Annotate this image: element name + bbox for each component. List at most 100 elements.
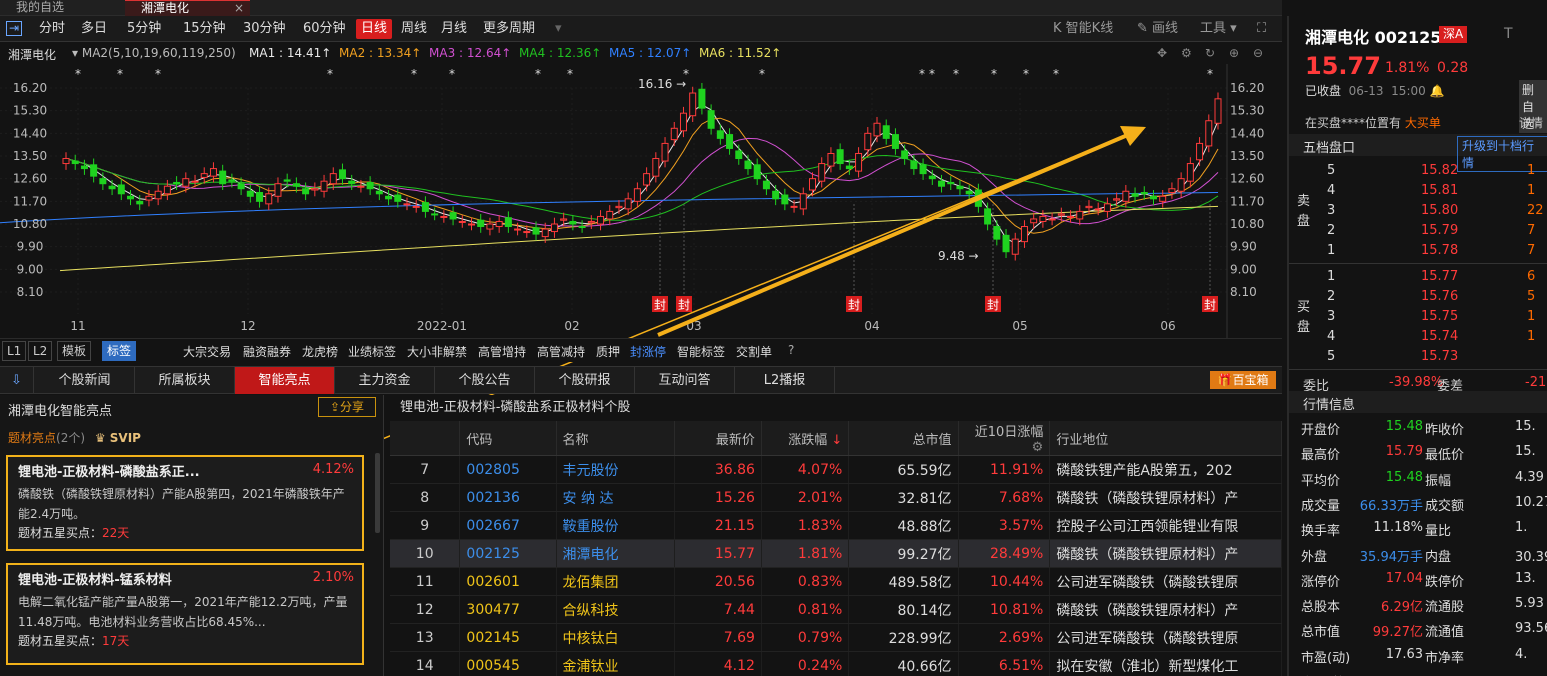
tag-item[interactable]: 封涨停	[630, 343, 666, 360]
period-0[interactable]: 分时	[34, 19, 70, 39]
gear-icon[interactable]: ⚙	[1181, 46, 1192, 60]
chevron-down-icon[interactable]: ▾	[550, 19, 567, 39]
period-6[interactable]: 日线	[356, 19, 393, 39]
highlight-card[interactable]: 锂电池-正极材料-磷酸盐系正... 4.12% 磷酸铁（磷酸铁锂原材料）产能A股…	[6, 455, 364, 551]
table-row[interactable]: 14 000545 金浦钛业 4.12 0.24% 40.66亿 6.51% 拟…	[390, 651, 1282, 676]
market-info-row: 涨停价 17.04 跌停价 13.	[1301, 570, 1536, 590]
candle-body	[274, 183, 282, 197]
candle-body	[62, 158, 70, 165]
col-header[interactable]: 名称	[556, 421, 675, 456]
smart-k-button[interactable]: K 智能K线	[1048, 19, 1118, 39]
event-star-icon: *	[117, 67, 123, 81]
candle-body	[679, 112, 687, 132]
y-tick-right: 10.80	[1230, 217, 1264, 231]
table-row[interactable]: 13 002145 中核钛白 7.69 0.79% 228.99亿 2.69% …	[390, 623, 1282, 652]
period-1[interactable]: 多日	[76, 19, 112, 39]
info-tab-5[interactable]: 个股研报	[535, 367, 635, 394]
table-row[interactable]: 9 002667 鞍重股份 21.15 1.83% 48.88亿 3.57% 控…	[390, 511, 1282, 540]
l2-button[interactable]: L2	[28, 341, 53, 361]
table-row[interactable]: 7 002805 丰元股份 36.86 4.07% 65.59亿 11.91% …	[390, 455, 1282, 484]
col-header[interactable]: 近10日涨幅 ⚙	[958, 421, 1051, 456]
treasure-box-button[interactable]: 🎁百宝箱	[1210, 371, 1276, 389]
quote-status: 已收盘 06-13 15:00 🔔	[1305, 84, 1445, 98]
candle-body	[753, 164, 761, 180]
sidebar-toggle-icon[interactable]: ⇥	[6, 21, 23, 36]
tab-stock[interactable]: 湘潭电化 ×	[125, 0, 250, 16]
period-5[interactable]: 60分钟	[298, 19, 351, 39]
period-8[interactable]: 月线	[436, 19, 472, 39]
period-2[interactable]: 5分钟	[122, 19, 166, 39]
info-tab-6[interactable]: 互动问答	[635, 367, 735, 394]
ma4-label: MA4 : 12.36↑	[519, 46, 602, 60]
share-button[interactable]: ⇪分享	[318, 397, 376, 417]
candle-body	[348, 180, 356, 185]
ma-params[interactable]: ▾ MA2(5,10,19,60,119,250)	[72, 46, 236, 60]
draw-line-button[interactable]: ✎ 画线	[1132, 19, 1183, 39]
table-row[interactable]: 11 002601 龙佰集团 20.56 0.83% 489.58亿 10.44…	[390, 567, 1282, 596]
market-info-row: 市盈(动) 17.63 市净率 4.	[1301, 646, 1528, 666]
tag-item[interactable]: 智能标签	[677, 343, 725, 360]
tag-item[interactable]: 大小非解禁	[407, 343, 467, 360]
candle-body	[956, 185, 964, 190]
period-3[interactable]: 15分钟	[178, 19, 231, 39]
y-tick-right: 16.20	[1230, 81, 1264, 95]
table-row[interactable]: 12 300477 合纵科技 7.44 0.81% 80.14亿 10.81% …	[390, 595, 1282, 624]
col-header[interactable]: 最新价	[674, 421, 762, 456]
tag-item[interactable]: 龙虎榜	[302, 343, 338, 360]
collapse-icon[interactable]: ⇩	[0, 367, 34, 394]
tools-button[interactable]: 工具 ▾	[1195, 19, 1242, 39]
highlight-card[interactable]: 锂电池-正极材料-锰系材料 2.10% 电解二氧化锰产能产量A股第一，2021年…	[6, 563, 364, 665]
detail-link[interactable]: 详情	[1519, 114, 1543, 131]
tag-item[interactable]: 大宗交易	[183, 343, 231, 360]
info-tab-0[interactable]: 个股新闻	[35, 367, 135, 394]
col-header[interactable]: 总市值	[848, 421, 959, 456]
candle-body	[698, 88, 706, 109]
col-header[interactable]: 涨跌幅 ↓	[761, 421, 850, 456]
period-4[interactable]: 30分钟	[238, 19, 291, 39]
close-icon[interactable]: ×	[234, 1, 244, 16]
table-row[interactable]: 10 002125 湘潭电化 15.77 1.81% 99.27亿 28.49%…	[390, 539, 1282, 568]
candle-body	[882, 125, 890, 139]
fullscreen-icon[interactable]: ⛶	[1252, 19, 1271, 39]
period-9[interactable]: 更多周期	[478, 19, 540, 39]
tab-watchlist[interactable]: 我的自选	[0, 0, 80, 16]
tag-item[interactable]: 融资融券	[243, 343, 291, 360]
col-header[interactable]: 行业地位	[1049, 421, 1282, 456]
refresh-icon[interactable]: ↻	[1205, 46, 1215, 60]
candle-body	[633, 188, 641, 202]
y-tick-left: 15.30	[13, 104, 47, 118]
info-tab-4[interactable]: 个股公告	[435, 367, 535, 394]
candle-body	[1131, 193, 1139, 197]
zoom-out-icon[interactable]: ⊖	[1253, 46, 1263, 60]
ma-stock-name: 湘潭电化	[8, 48, 57, 62]
tag-item[interactable]: 质押	[596, 343, 620, 360]
info-tab-7[interactable]: L2播报	[735, 367, 835, 394]
zoom-in-icon[interactable]: ⊕	[1229, 46, 1239, 60]
event-star-icon: *	[75, 67, 81, 81]
order-level-row: 4 15.74 1	[1327, 329, 1536, 344]
tag-item[interactable]: 交割单	[736, 343, 772, 360]
scrollbar[interactable]	[375, 453, 380, 533]
tag-button[interactable]: 标签	[102, 341, 137, 361]
order-level-row: 4 15.81 1	[1327, 183, 1536, 198]
template-button[interactable]: 模板	[57, 341, 92, 361]
help-icon[interactable]: ?	[788, 343, 794, 357]
info-tab-2[interactable]: 智能亮点	[235, 367, 335, 394]
col-header[interactable]: 代码	[459, 421, 557, 456]
table-row[interactable]: 8 002136 安 纳 达 15.26 2.01% 32.81亿 7.68% …	[390, 483, 1282, 512]
info-tab-3[interactable]: 主力资金	[335, 367, 435, 394]
tag-item[interactable]: 高管减持	[537, 343, 585, 360]
period-7[interactable]: 周线	[396, 19, 432, 39]
candle-body	[1002, 234, 1010, 253]
seal-badge-text: 封	[987, 298, 999, 312]
ma3-label: MA3 : 12.64↑	[429, 46, 512, 60]
tag-item[interactable]: 业绩标签	[348, 343, 396, 360]
weibi-row: 委比 -39.98% 委差 -21	[1303, 375, 1547, 394]
l1-button[interactable]: L1	[2, 341, 27, 361]
info-tab-1[interactable]: 所属板块	[135, 367, 235, 394]
kline-chart[interactable]: 16.20 16.20 15.30 15.30 14.40 14.40 13.50 13.50…	[0, 64, 1282, 340]
move-icon[interactable]: ✥	[1157, 46, 1167, 60]
tag-item[interactable]: 高管增持	[478, 343, 526, 360]
y-tick-right: 9.00	[1230, 262, 1257, 276]
text-size-icon[interactable]: T	[1504, 26, 1513, 42]
